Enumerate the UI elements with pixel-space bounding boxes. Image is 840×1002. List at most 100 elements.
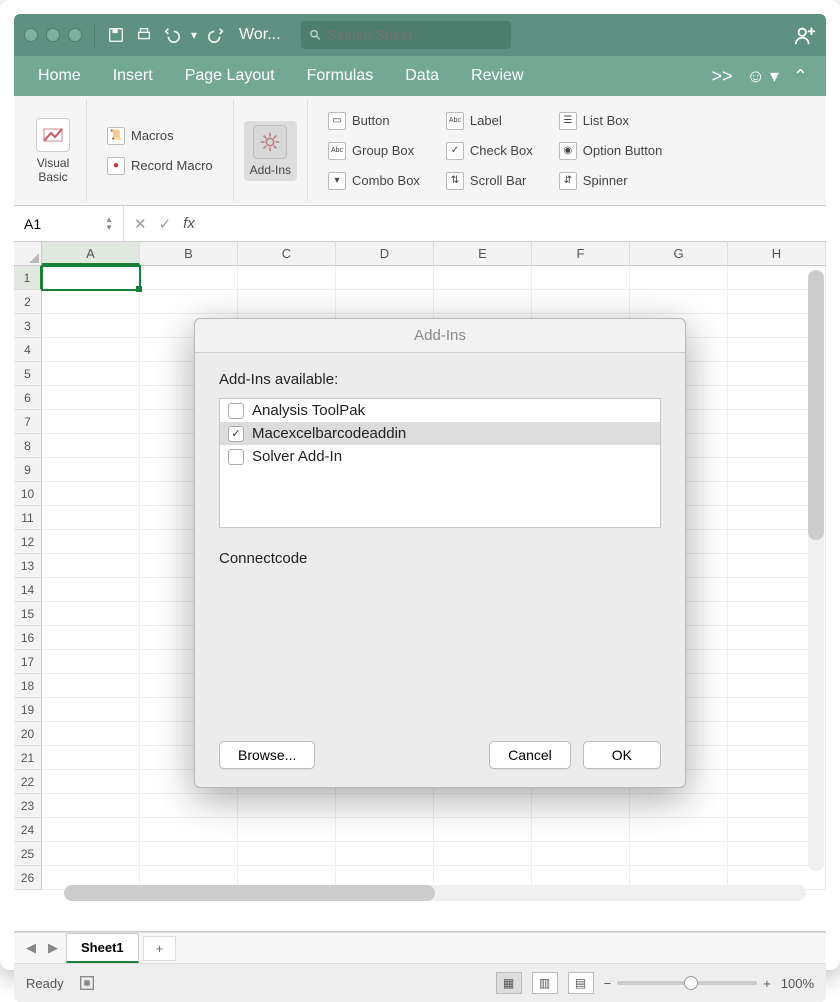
checkbox-icon[interactable]: [228, 449, 244, 465]
row-header[interactable]: 21: [14, 746, 42, 770]
cell[interactable]: [434, 266, 532, 290]
row-header[interactable]: 14: [14, 578, 42, 602]
ctrl-groupbox[interactable]: AbcGroup Box: [324, 140, 424, 162]
add-sheet-button[interactable]: +: [143, 936, 177, 961]
record-macro-button[interactable]: ●Record Macro: [103, 155, 217, 177]
row-header[interactable]: 20: [14, 722, 42, 746]
close-icon[interactable]: [24, 28, 38, 42]
cell[interactable]: [42, 842, 140, 866]
row-header[interactable]: 5: [14, 362, 42, 386]
column-header[interactable]: B: [140, 242, 238, 265]
cell[interactable]: [630, 794, 728, 818]
tabs-more-icon[interactable]: >>: [711, 66, 732, 87]
cell[interactable]: [42, 722, 140, 746]
cell[interactable]: [140, 842, 238, 866]
row-header[interactable]: 26: [14, 866, 42, 890]
cell[interactable]: [42, 290, 140, 314]
cell[interactable]: [42, 674, 140, 698]
cell[interactable]: [434, 290, 532, 314]
cell[interactable]: [140, 818, 238, 842]
macros-button[interactable]: 📜Macros: [103, 125, 217, 147]
row-header[interactable]: 17: [14, 650, 42, 674]
sheet-next-icon[interactable]: ▶: [44, 940, 62, 956]
view-normal-icon[interactable]: ▦: [496, 972, 522, 994]
name-box[interactable]: A1 ▲▼: [14, 206, 124, 241]
undo-dropdown-icon[interactable]: ▾: [191, 28, 197, 42]
cell[interactable]: [42, 314, 140, 338]
cell[interactable]: [42, 602, 140, 626]
cell[interactable]: [238, 794, 336, 818]
cell[interactable]: [42, 458, 140, 482]
sheet-tab-active[interactable]: Sheet1: [66, 933, 139, 963]
cell[interactable]: [238, 842, 336, 866]
view-break-icon[interactable]: ▤: [568, 972, 594, 994]
cell[interactable]: [42, 770, 140, 794]
undo-icon[interactable]: [163, 26, 181, 44]
zoom-slider[interactable]: [617, 981, 757, 985]
visual-basic-button[interactable]: Visual Basic: [30, 114, 76, 188]
cell[interactable]: [336, 842, 434, 866]
cell[interactable]: [42, 578, 140, 602]
column-header[interactable]: D: [336, 242, 434, 265]
record-status-icon[interactable]: [78, 974, 96, 992]
cell[interactable]: [532, 290, 630, 314]
cell[interactable]: [42, 386, 140, 410]
row-header[interactable]: 22: [14, 770, 42, 794]
row-header[interactable]: 18: [14, 674, 42, 698]
cell[interactable]: [532, 794, 630, 818]
row-header[interactable]: 15: [14, 602, 42, 626]
zoom-icon[interactable]: [68, 28, 82, 42]
cell[interactable]: [42, 818, 140, 842]
vertical-scrollbar[interactable]: [808, 270, 824, 871]
zoom-out-icon[interactable]: −: [604, 976, 612, 991]
select-all-corner[interactable]: [14, 242, 42, 265]
cell[interactable]: [42, 482, 140, 506]
ctrl-label[interactable]: AbcLabel: [442, 110, 537, 132]
cell[interactable]: [42, 434, 140, 458]
row-header[interactable]: 9: [14, 458, 42, 482]
cell[interactable]: [238, 818, 336, 842]
cell[interactable]: [630, 842, 728, 866]
cell[interactable]: [42, 794, 140, 818]
cell[interactable]: [336, 290, 434, 314]
column-header[interactable]: C: [238, 242, 336, 265]
enter-formula-icon[interactable]: ✓: [159, 215, 172, 233]
cell[interactable]: [42, 530, 140, 554]
row-header[interactable]: 24: [14, 818, 42, 842]
fx-label[interactable]: fx: [183, 215, 195, 232]
namebox-spinner-icon[interactable]: ▲▼: [105, 216, 113, 232]
browse-button[interactable]: Browse...: [219, 741, 315, 769]
cell[interactable]: [336, 266, 434, 290]
cell[interactable]: [532, 266, 630, 290]
column-header[interactable]: F: [532, 242, 630, 265]
cell[interactable]: [42, 746, 140, 770]
save-icon[interactable]: [107, 26, 125, 44]
cell[interactable]: [434, 842, 532, 866]
cell[interactable]: [42, 650, 140, 674]
row-header[interactable]: 25: [14, 842, 42, 866]
smiley-icon[interactable]: ☺ ▾: [746, 66, 778, 87]
column-header[interactable]: A: [42, 242, 140, 265]
redo-icon[interactable]: [207, 26, 225, 44]
row-header[interactable]: 8: [14, 434, 42, 458]
tab-insert[interactable]: Insert: [97, 56, 169, 96]
cell[interactable]: [140, 794, 238, 818]
addin-item[interactable]: ✓Macexcelbarcodeaddin: [220, 422, 660, 445]
addins-list[interactable]: Analysis ToolPak✓MacexcelbarcodeaddinSol…: [219, 398, 661, 528]
checkbox-icon[interactable]: ✓: [228, 426, 244, 442]
cell[interactable]: [140, 266, 238, 290]
checkbox-icon[interactable]: [228, 403, 244, 419]
cell[interactable]: [42, 410, 140, 434]
print-icon[interactable]: [135, 26, 153, 44]
cell[interactable]: [336, 794, 434, 818]
minimize-icon[interactable]: [46, 28, 60, 42]
ctrl-checkbox[interactable]: ✓Check Box: [442, 140, 537, 162]
ctrl-spinner[interactable]: ⇵Spinner: [555, 170, 667, 192]
row-header[interactable]: 3: [14, 314, 42, 338]
tab-formulas[interactable]: Formulas: [291, 56, 390, 96]
cell[interactable]: [434, 794, 532, 818]
row-header[interactable]: 10: [14, 482, 42, 506]
tab-data[interactable]: Data: [389, 56, 455, 96]
cell[interactable]: [42, 506, 140, 530]
row-header[interactable]: 11: [14, 506, 42, 530]
